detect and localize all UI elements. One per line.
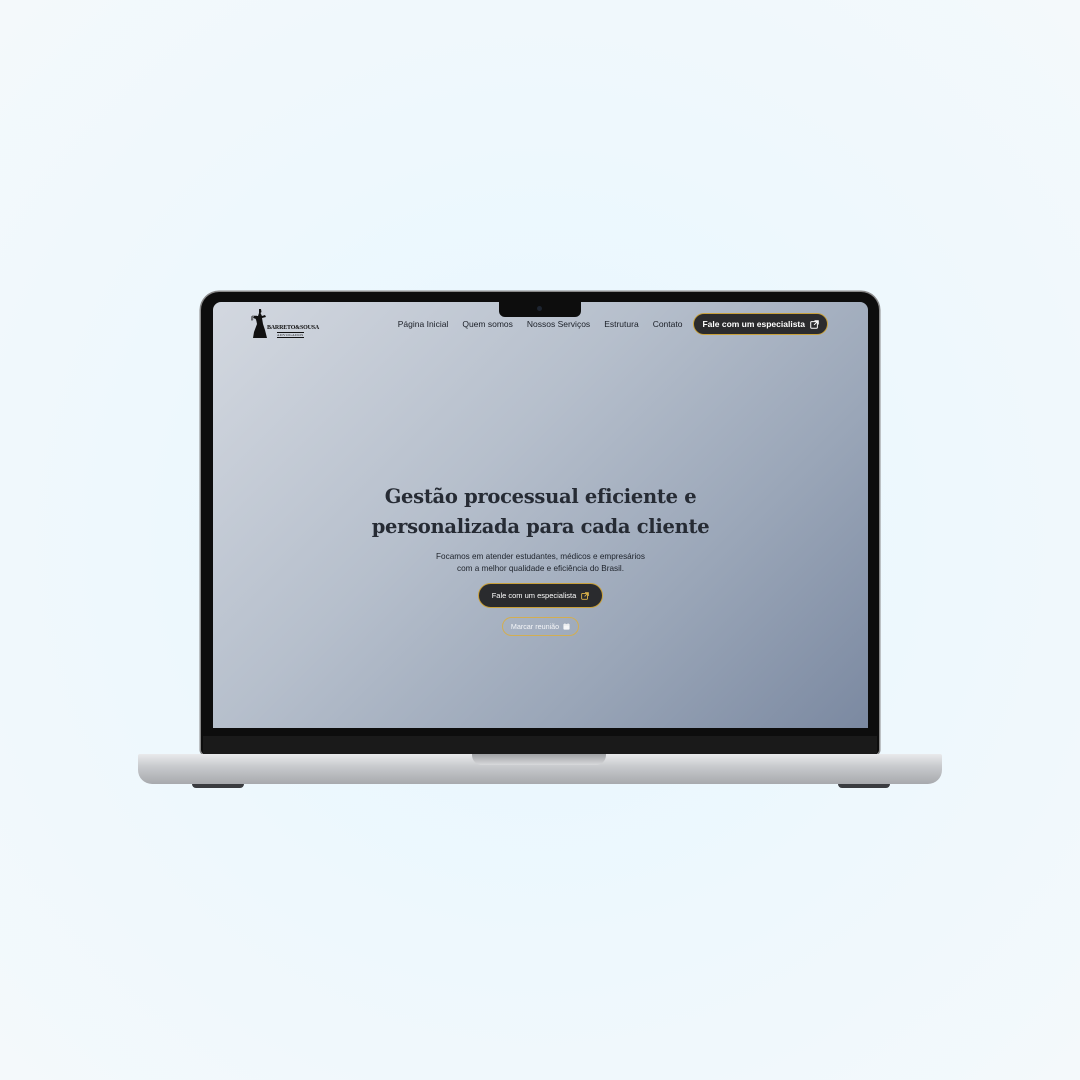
hero-section: Gestão processual eficiente e personaliz…: [213, 482, 868, 636]
calendar-icon: [563, 623, 570, 630]
trackpad-notch: [472, 754, 606, 765]
camera-icon: [537, 306, 542, 311]
nav-link-structure[interactable]: Estrutura: [604, 319, 639, 329]
nav-link-home[interactable]: Página Inicial: [398, 319, 449, 329]
hero-specialist-label: Fale com um especialista: [491, 591, 577, 600]
hero-subtitle: Focamos em atender estudantes, médicos e…: [213, 551, 868, 574]
nav-cta-button[interactable]: Fale com um especialista: [693, 313, 828, 335]
logo-name: BARRETO&SOUSA: [267, 325, 319, 331]
external-link-icon: [810, 319, 819, 329]
hero-subtitle-line2: com a melhor qualidade e eficiência do B…: [456, 563, 625, 573]
lower-bezel: [203, 736, 877, 754]
nav-cta-label: Fale com um especialista: [702, 319, 805, 329]
website-screen: BARRETO&SOUSA ADVOGADOS Página Inicial Q…: [213, 302, 868, 728]
external-link-icon: [581, 591, 590, 600]
lady-justice-icon: [251, 309, 267, 338]
laptop-foot-left: [192, 784, 244, 788]
nav-link-contact[interactable]: Contato: [653, 319, 683, 329]
hero-meeting-label: Marcar reunião: [510, 622, 560, 631]
hero-subtitle-line1: Focamos em atender estudantes, médicos e…: [436, 552, 645, 561]
hero-specialist-button[interactable]: Fale com um especialista: [477, 583, 604, 608]
nav-link-about[interactable]: Quem somos: [462, 319, 513, 329]
hero-title-line2: personalizada para cada cliente: [371, 515, 710, 538]
logo-tagline: ADVOGADOS: [277, 332, 304, 338]
hero-title-line1: Gestão processual eficiente e: [384, 485, 697, 508]
main-nav: Página Inicial Quem somos Nossos Serviço…: [384, 313, 828, 335]
hero-title: Gestão processual eficiente e personaliz…: [213, 482, 868, 542]
laptop-foot-right: [838, 784, 890, 788]
laptop-base: [138, 754, 942, 784]
site-logo[interactable]: BARRETO&SOUSA ADVOGADOS: [251, 308, 319, 340]
hero-meeting-button[interactable]: Marcar reunião: [501, 617, 580, 636]
nav-link-services[interactable]: Nossos Serviços: [527, 319, 590, 329]
